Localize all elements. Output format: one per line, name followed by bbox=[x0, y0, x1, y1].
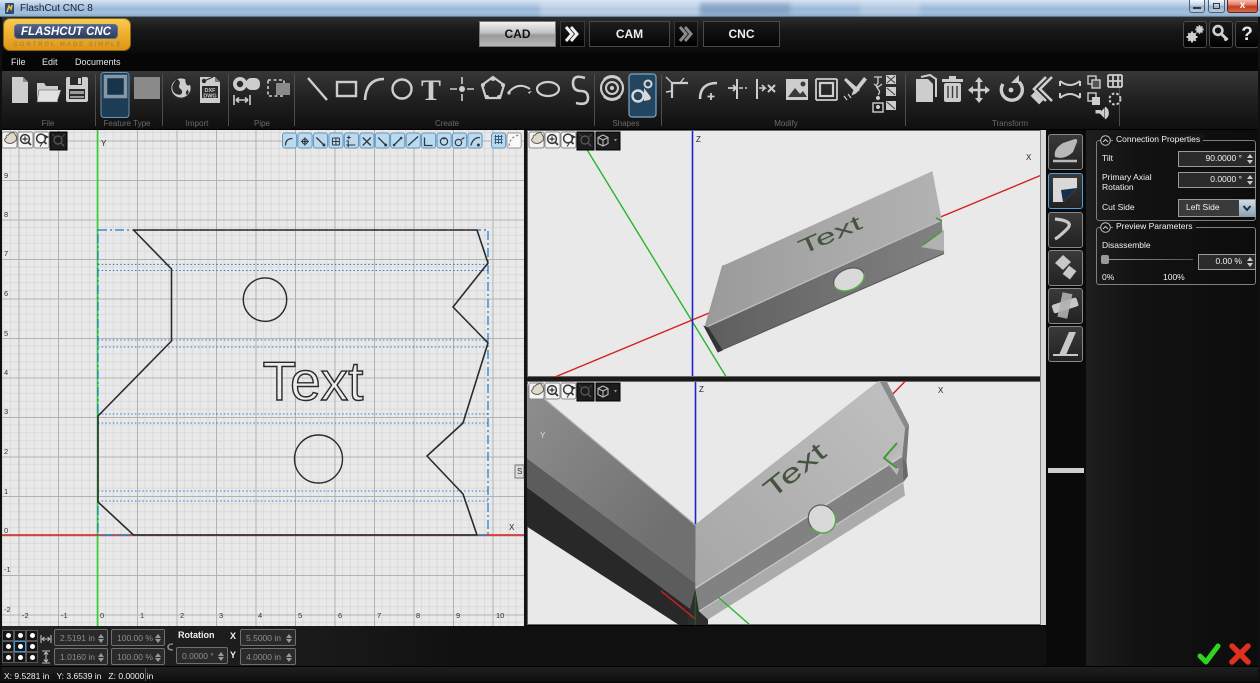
svg-text:Z: Z bbox=[699, 385, 704, 394]
svg-text:0: 0 bbox=[4, 526, 8, 535]
svg-text:X: X bbox=[509, 523, 515, 532]
svg-text:-2: -2 bbox=[22, 611, 29, 620]
svg-text:10: 10 bbox=[496, 611, 504, 620]
svg-text:5: 5 bbox=[4, 329, 8, 338]
svg-text:9: 9 bbox=[4, 171, 8, 180]
svg-text:-1: -1 bbox=[4, 565, 11, 574]
svg-text:1: 1 bbox=[4, 487, 8, 496]
svg-text:6: 6 bbox=[338, 611, 342, 620]
svg-text:5: 5 bbox=[298, 611, 302, 620]
svg-text:-2: -2 bbox=[4, 605, 11, 614]
svg-text:Y: Y bbox=[101, 139, 107, 148]
svg-text:X: X bbox=[938, 386, 944, 395]
svg-text:3: 3 bbox=[4, 407, 8, 416]
svg-text:7: 7 bbox=[4, 249, 8, 258]
svg-text:X: X bbox=[1026, 153, 1032, 162]
svg-text:T: T bbox=[421, 74, 441, 107]
svg-text:Y: Y bbox=[540, 431, 546, 440]
svg-text:3: 3 bbox=[219, 611, 223, 620]
svg-text:7: 7 bbox=[377, 611, 381, 620]
svg-text:S: S bbox=[517, 467, 522, 476]
svg-text:Text: Text bbox=[263, 350, 364, 412]
svg-text:6: 6 bbox=[4, 289, 8, 298]
svg-text:4: 4 bbox=[258, 611, 262, 620]
svg-text:9: 9 bbox=[456, 611, 460, 620]
svg-text:-1: -1 bbox=[61, 611, 68, 620]
svg-text:8: 8 bbox=[416, 611, 420, 620]
svg-text:4: 4 bbox=[4, 368, 8, 377]
svg-text:8: 8 bbox=[4, 210, 8, 219]
svg-text:DWG: DWG bbox=[203, 94, 216, 100]
svg-text:2: 2 bbox=[180, 611, 184, 620]
svg-text:2: 2 bbox=[4, 447, 8, 456]
svg-text:Z: Z bbox=[696, 135, 701, 144]
svg-text:1: 1 bbox=[140, 611, 144, 620]
svg-text:0: 0 bbox=[100, 611, 104, 620]
